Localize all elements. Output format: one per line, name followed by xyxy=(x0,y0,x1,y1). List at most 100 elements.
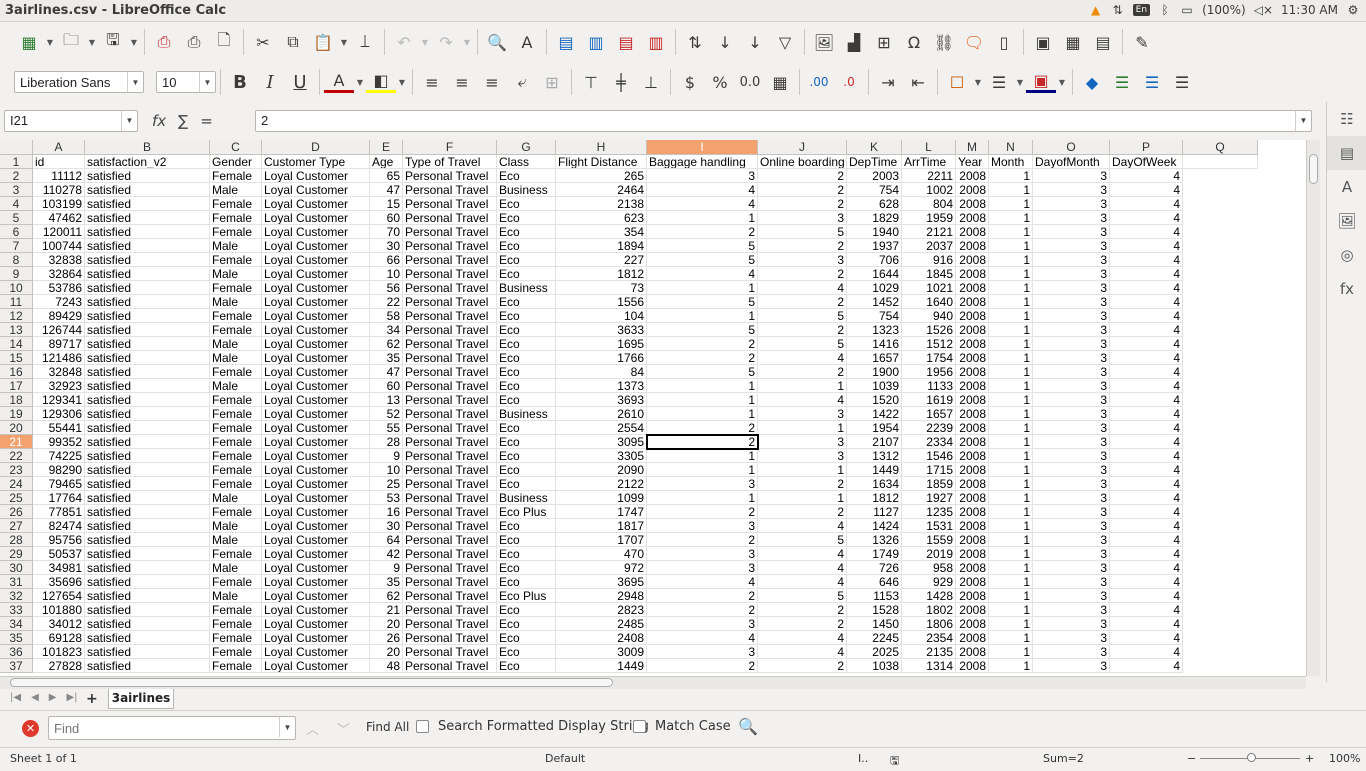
row-header[interactable]: 22 xyxy=(0,449,33,463)
cell[interactable]: satisfied xyxy=(85,239,210,253)
redo-icon[interactable]: ↷ xyxy=(431,27,461,57)
cell[interactable]: 53786 xyxy=(33,281,85,295)
cell[interactable]: 2008 xyxy=(956,351,989,365)
cell[interactable]: Eco xyxy=(497,239,556,253)
cell[interactable]: 62 xyxy=(370,589,403,603)
header-cell[interactable]: Online boarding xyxy=(758,155,847,169)
cell[interactable]: 1 xyxy=(989,197,1033,211)
cell[interactable]: 2245 xyxy=(847,631,902,645)
cell[interactable]: satisfied xyxy=(85,449,210,463)
cell[interactable]: satisfied xyxy=(85,253,210,267)
cell[interactable]: 3 xyxy=(1033,519,1110,533)
align-center-icon[interactable]: ≡ xyxy=(447,67,477,97)
cell[interactable]: Eco xyxy=(497,449,556,463)
cell[interactable]: 5 xyxy=(647,365,758,379)
cell[interactable]: 34012 xyxy=(33,617,85,631)
cell[interactable]: 56 xyxy=(370,281,403,295)
cell[interactable]: 21 xyxy=(370,603,403,617)
cell[interactable]: 1314 xyxy=(902,659,956,673)
cell[interactable]: 2019 xyxy=(902,547,956,561)
cell[interactable]: 77851 xyxy=(33,505,85,519)
font-color-dropdown-icon[interactable]: ▼ xyxy=(354,78,366,87)
insert-chart-icon[interactable]: ▟ xyxy=(839,27,869,57)
add-sheet-icon[interactable]: + xyxy=(86,691,98,707)
cell[interactable]: Eco xyxy=(497,169,556,183)
cell[interactable]: Personal Travel xyxy=(403,547,497,561)
cell[interactable]: Loyal Customer xyxy=(262,589,370,603)
cell[interactable]: Female xyxy=(210,225,262,239)
cell[interactable]: 1 xyxy=(989,505,1033,519)
keyboard-layout-indicator[interactable]: En xyxy=(1132,4,1151,16)
cell[interactable]: satisfied xyxy=(85,351,210,365)
cell[interactable]: Loyal Customer xyxy=(262,183,370,197)
battery-percent[interactable]: (100%) xyxy=(1202,3,1246,17)
cell[interactable]: 4 xyxy=(1110,169,1183,183)
cell[interactable]: 4 xyxy=(1110,351,1183,365)
cell[interactable]: 2008 xyxy=(956,449,989,463)
cell[interactable]: 1 xyxy=(989,309,1033,323)
header-cell[interactable]: Class xyxy=(497,155,556,169)
cell[interactable]: 4 xyxy=(1110,267,1183,281)
cell[interactable]: Female xyxy=(210,407,262,421)
cell[interactable]: 4 xyxy=(758,519,847,533)
cell[interactable]: 4 xyxy=(758,393,847,407)
cell[interactable]: 1754 xyxy=(902,351,956,365)
header-cell[interactable]: id xyxy=(33,155,85,169)
cell[interactable]: Female xyxy=(210,575,262,589)
border-color-dropdown-icon[interactable]: ▼ xyxy=(1056,78,1068,87)
cell[interactable]: 2008 xyxy=(956,533,989,547)
cell[interactable]: satisfied xyxy=(85,211,210,225)
cell[interactable]: 20 xyxy=(370,645,403,659)
cell[interactable]: 1002 xyxy=(902,183,956,197)
cell[interactable]: 3 xyxy=(1033,281,1110,295)
cell[interactable]: Loyal Customer xyxy=(262,309,370,323)
horizontal-scroll-thumb[interactable] xyxy=(10,678,613,687)
cell[interactable]: 2008 xyxy=(956,281,989,295)
cell[interactable]: 3693 xyxy=(556,393,647,407)
cell[interactable]: 2008 xyxy=(956,631,989,645)
cell[interactable]: Personal Travel xyxy=(403,239,497,253)
cell[interactable]: 1802 xyxy=(902,603,956,617)
formula-icon[interactable]: = xyxy=(200,112,213,130)
cell[interactable]: 1695 xyxy=(556,337,647,351)
cell[interactable]: 66 xyxy=(370,253,403,267)
cell[interactable]: 4 xyxy=(1110,379,1183,393)
cell[interactable]: 3 xyxy=(1033,617,1110,631)
cell[interactable]: 4 xyxy=(758,351,847,365)
cell[interactable]: 1956 xyxy=(902,365,956,379)
cell[interactable]: Loyal Customer xyxy=(262,197,370,211)
cell[interactable]: Personal Travel xyxy=(403,183,497,197)
cell[interactable]: 47462 xyxy=(33,211,85,225)
cell[interactable]: 1 xyxy=(647,449,758,463)
last-sheet-icon[interactable]: ▶| xyxy=(66,692,77,703)
cell[interactable]: satisfied xyxy=(85,589,210,603)
cell[interactable]: 2135 xyxy=(902,645,956,659)
cell[interactable]: 2008 xyxy=(956,393,989,407)
row-header[interactable]: 2 xyxy=(0,169,33,183)
cell[interactable]: Loyal Customer xyxy=(262,491,370,505)
italic-icon[interactable]: I xyxy=(255,67,285,97)
cell[interactable]: Loyal Customer xyxy=(262,337,370,351)
row-header[interactable]: 32 xyxy=(0,589,33,603)
cell[interactable]: 2239 xyxy=(902,421,956,435)
cell[interactable]: 265 xyxy=(556,169,647,183)
cell[interactable]: 3 xyxy=(1033,309,1110,323)
cell[interactable]: satisfied xyxy=(85,575,210,589)
cell[interactable]: satisfied xyxy=(85,505,210,519)
cell[interactable]: 1449 xyxy=(847,463,902,477)
cell[interactable]: 129306 xyxy=(33,407,85,421)
cell[interactable]: 3 xyxy=(1033,561,1110,575)
cell[interactable]: 2 xyxy=(758,197,847,211)
cell[interactable]: 3 xyxy=(1033,267,1110,281)
cell[interactable]: 1954 xyxy=(847,421,902,435)
row-header[interactable]: 4 xyxy=(0,197,33,211)
freeze-rows-columns-icon[interactable]: ▦ xyxy=(1058,27,1088,57)
cell[interactable]: Loyal Customer xyxy=(262,323,370,337)
cell[interactable]: 126744 xyxy=(33,323,85,337)
cell[interactable]: 2008 xyxy=(956,169,989,183)
align-top-icon[interactable]: ⊤ xyxy=(576,67,606,97)
percent-format-icon[interactable]: % xyxy=(705,67,735,97)
cell[interactable]: Loyal Customer xyxy=(262,365,370,379)
open-folder-icon[interactable]: 🗀 xyxy=(56,27,86,57)
cell[interactable]: 1531 xyxy=(902,519,956,533)
